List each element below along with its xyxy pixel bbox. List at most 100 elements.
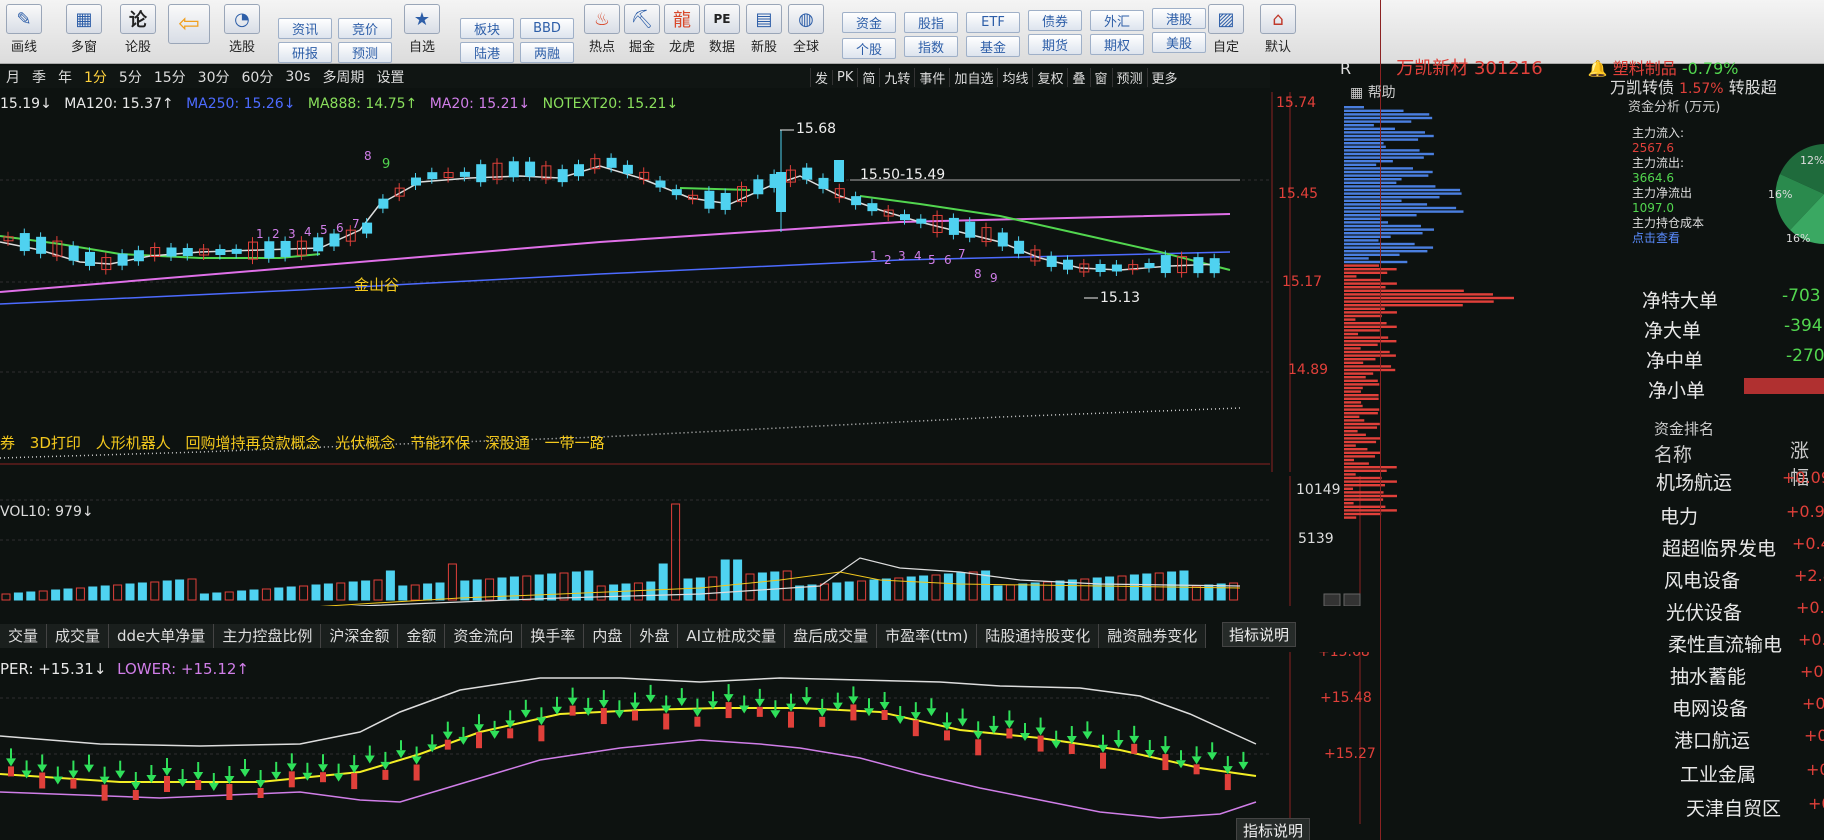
tool-simple[interactable]: 简 bbox=[857, 67, 879, 87]
tool-publish[interactable]: 发 bbox=[810, 67, 832, 87]
bell-icon[interactable]: 🔔 bbox=[1588, 59, 1608, 78]
period-year[interactable]: 年 bbox=[52, 67, 78, 87]
us-stock-button[interactable]: 美股 bbox=[1152, 32, 1206, 53]
rank-row-name[interactable]: 天津自贸区 bbox=[1686, 794, 1781, 821]
custom-tool[interactable]: ▨ 自定 bbox=[1208, 4, 1244, 55]
tool-add-favorite[interactable]: 加自选 bbox=[949, 67, 997, 87]
multi-window-tool[interactable]: ▦ 多窗 bbox=[66, 4, 102, 55]
concept-tag[interactable]: 券 bbox=[0, 434, 15, 452]
futures-button[interactable]: 期货 bbox=[1028, 34, 1082, 55]
rank-row-name[interactable]: 工业金属 bbox=[1680, 760, 1756, 787]
concept-tag[interactable]: 人形机器人 bbox=[96, 434, 171, 452]
period-15min[interactable]: 15分 bbox=[148, 67, 192, 87]
etf-button[interactable]: ETF bbox=[966, 12, 1020, 33]
period-30s[interactable]: 30s bbox=[279, 69, 316, 85]
concept-tag[interactable]: 一带一路 bbox=[545, 434, 605, 452]
tab-hs-amount[interactable]: 沪深金额 bbox=[321, 624, 399, 648]
indicator-help-button[interactable]: 指标说明 bbox=[1222, 622, 1297, 647]
tab-volume-partial[interactable]: 交量 bbox=[0, 624, 48, 648]
concept-tag[interactable]: 深股通 bbox=[485, 434, 530, 452]
click-view-link[interactable]: 点击查看 bbox=[1632, 231, 1762, 246]
tab-volume[interactable]: 成交量 bbox=[47, 624, 110, 648]
period-settings[interactable]: 设置 bbox=[370, 67, 410, 87]
rank-row-name[interactable]: 光伏设备 bbox=[1666, 598, 1742, 625]
data-tool[interactable]: PE 数据 bbox=[704, 4, 740, 55]
tool-more[interactable]: 更多 bbox=[1146, 67, 1182, 87]
boll-chart[interactable]: +15.68 +15.48 +15.27 bbox=[0, 652, 1380, 824]
concept-tag[interactable]: 节能环保 bbox=[410, 434, 470, 452]
tab-fund-flow[interactable]: 资金流向 bbox=[445, 624, 523, 648]
volume-chart[interactable]: 10149 5139 bbox=[0, 476, 1380, 606]
index-futures-button[interactable]: 股指 bbox=[904, 12, 958, 33]
global-tool[interactable]: ◍ 全球 bbox=[788, 4, 824, 55]
gold-tool[interactable]: ⛏ 掘金 bbox=[624, 4, 660, 55]
tool-window[interactable]: 窗 bbox=[1089, 67, 1112, 87]
margin-button[interactable]: 两融 bbox=[520, 42, 574, 63]
period-5min[interactable]: 5分 bbox=[113, 67, 148, 87]
concept-tag[interactable]: 3D打印 bbox=[30, 434, 81, 452]
tab-inner[interactable]: 内盘 bbox=[584, 624, 632, 648]
tool-ma[interactable]: 均线 bbox=[997, 67, 1032, 87]
period-multi[interactable]: 多周期 bbox=[316, 67, 370, 87]
tool-predict[interactable]: 预测 bbox=[1111, 67, 1147, 87]
back-tool[interactable]: ⇦ bbox=[168, 4, 210, 44]
tool-event[interactable]: 事件 bbox=[914, 67, 949, 87]
research-button[interactable]: 研报 bbox=[278, 42, 332, 63]
period-quarter[interactable]: 季 bbox=[26, 67, 52, 87]
tab-main-control[interactable]: 主力控盘比例 bbox=[214, 624, 322, 648]
tab-pe[interactable]: 市盈率(ttm) bbox=[877, 624, 978, 648]
auction-button[interactable]: 竞价 bbox=[338, 18, 392, 39]
indicator-help-button-2[interactable]: 指标说明 bbox=[1236, 818, 1311, 840]
hotspot-tool[interactable]: ♨ 热点 bbox=[584, 4, 620, 55]
tool-pk[interactable]: PK bbox=[832, 69, 857, 85]
stock-name[interactable]: 万凯新材 301216 bbox=[1396, 58, 1542, 79]
convertible-bond[interactable]: 万凯转债 1.57% 转股超 bbox=[1610, 74, 1777, 98]
dragon-tiger-tool[interactable]: 龍 龙虎 bbox=[664, 4, 700, 55]
favorites-tool[interactable]: ★ 自选 bbox=[404, 4, 440, 55]
sector-button[interactable]: 板块 bbox=[460, 18, 514, 39]
period-month[interactable]: 月 bbox=[0, 67, 26, 87]
new-stock-tool[interactable]: ▤ 新股 bbox=[746, 4, 782, 55]
tab-dde[interactable]: dde大单净量 bbox=[109, 624, 215, 648]
rank-row-name[interactable]: 机场航运 bbox=[1656, 468, 1732, 495]
fund-button[interactable]: 资金 bbox=[842, 12, 896, 33]
tab-turnover[interactable]: 换手率 bbox=[522, 624, 585, 648]
rank-row-name[interactable]: 电力 bbox=[1660, 502, 1698, 529]
period-1min[interactable]: 1分 bbox=[78, 67, 113, 87]
rank-row-name[interactable]: 港口航运 bbox=[1674, 726, 1750, 753]
rank-row-name[interactable]: 柔性直流输电 bbox=[1668, 630, 1782, 657]
rank-row-name[interactable]: 超超临界发电 bbox=[1662, 534, 1776, 561]
period-30min[interactable]: 30分 bbox=[192, 67, 236, 87]
stock-select-tool[interactable]: ◔ 选股 bbox=[224, 4, 260, 55]
bond-button[interactable]: 债券 bbox=[1028, 10, 1082, 31]
tool-nine-turn[interactable]: 九转 bbox=[879, 67, 914, 87]
tab-outer[interactable]: 外盘 bbox=[631, 624, 679, 648]
hk-stock-button[interactable]: 港股 bbox=[1152, 8, 1206, 29]
tab-after-hours[interactable]: 盘后成交量 bbox=[785, 624, 878, 648]
tool-overlay[interactable]: 叠 bbox=[1067, 67, 1089, 87]
period-60min[interactable]: 60分 bbox=[236, 67, 280, 87]
kline-chart[interactable]: 15.68 15.50-15.49 15.13 金山谷 123 456 78 9… bbox=[0, 92, 1340, 472]
bbd-button[interactable]: BBD bbox=[520, 18, 574, 39]
options-button[interactable]: 期权 bbox=[1090, 34, 1144, 55]
tab-ai-volume[interactable]: AI立桩成交量 bbox=[678, 624, 786, 648]
tab-margin[interactable]: 融资融券变化 bbox=[1099, 624, 1207, 648]
stock-button[interactable]: 个股 bbox=[842, 38, 896, 59]
index-button[interactable]: 指数 bbox=[904, 36, 958, 57]
news-button[interactable]: 资讯 bbox=[278, 18, 332, 39]
forex-button[interactable]: 外汇 bbox=[1090, 10, 1144, 31]
draw-line-tool[interactable]: ✎ 画线 bbox=[6, 4, 42, 55]
concept-tag[interactable]: 光伏概念 bbox=[335, 434, 395, 452]
tab-amount[interactable]: 金额 bbox=[398, 624, 446, 648]
fund-list-button[interactable]: 基金 bbox=[966, 36, 1020, 57]
discuss-tool[interactable]: 论 论股 bbox=[120, 4, 156, 55]
rank-row-name[interactable]: 风电设备 bbox=[1664, 566, 1740, 593]
hk-connect-button[interactable]: 陆港 bbox=[460, 42, 514, 63]
tab-northbound[interactable]: 陆股通持股变化 bbox=[977, 624, 1100, 648]
default-tool[interactable]: ⌂ 默认 bbox=[1260, 4, 1296, 55]
concept-tag[interactable]: 回购增持再贷款概念 bbox=[185, 434, 320, 452]
rank-row-name[interactable]: 电网设备 bbox=[1672, 694, 1748, 721]
forecast-button[interactable]: 预测 bbox=[338, 42, 392, 63]
tool-adjust[interactable]: 复权 bbox=[1032, 67, 1067, 87]
rank-row-name[interactable]: 抽水蓄能 bbox=[1670, 662, 1746, 689]
